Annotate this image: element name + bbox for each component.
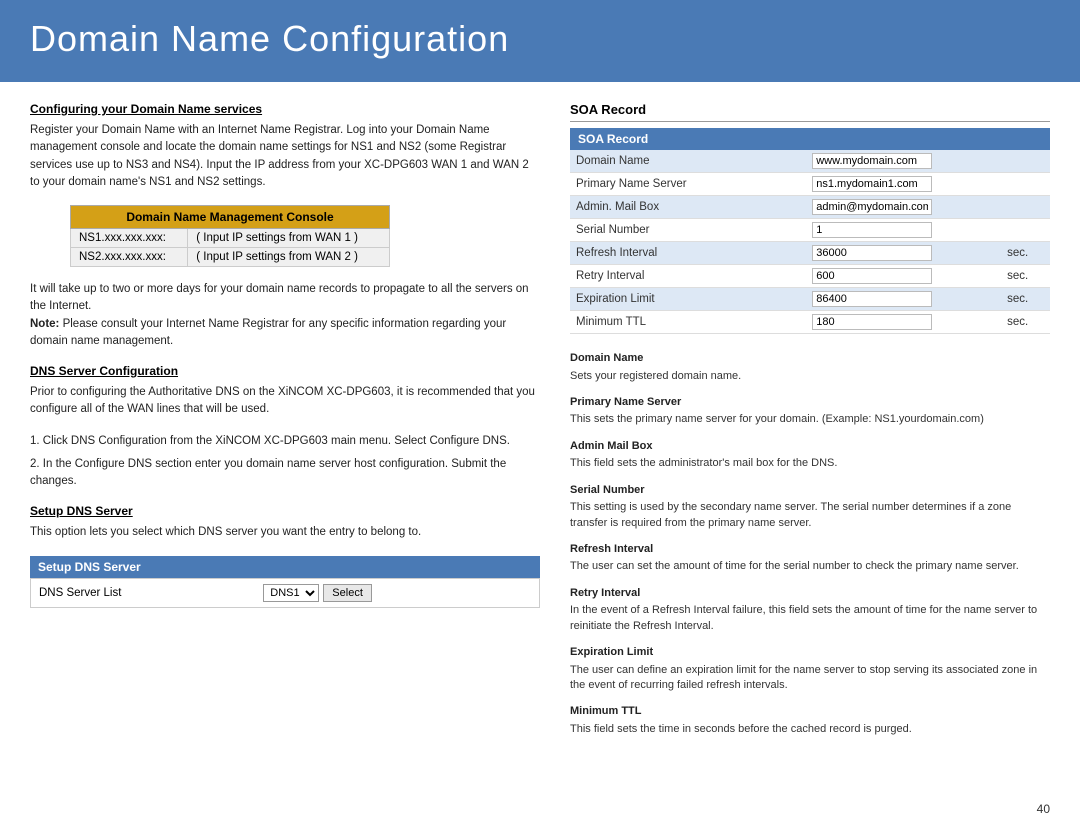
step1: 1. Click DNS Configuration from the XiNC… (30, 433, 540, 450)
ns1-value: ( Input IP settings from WAN 1 ) (188, 229, 390, 248)
help-item-text-3: This setting is used by the secondary na… (570, 500, 1050, 531)
soa-row-6: Expiration Limit sec. (570, 288, 1050, 311)
right-column: SOA Record SOA Record Domain NamePrimary… (570, 102, 1050, 747)
setup-dns-section: Setup DNS Server DNS Server List DNS1 DN… (30, 556, 540, 608)
help-item-0: Domain Name Sets your registered domain n… (570, 350, 1050, 384)
soa-input-3[interactable] (812, 222, 932, 238)
help-item-title-3: Serial Number (570, 482, 1050, 499)
soa-value-3[interactable] (806, 219, 1001, 242)
soa-value-6[interactable] (806, 288, 1001, 311)
soa-row-5: Retry Interval sec. (570, 265, 1050, 288)
soa-input-6[interactable] (812, 291, 932, 307)
note-text: Please consult your Internet Name Regist… (30, 318, 506, 347)
soa-input-0[interactable] (812, 153, 932, 169)
soa-unit-0 (1001, 150, 1050, 173)
soa-label-5: Retry Interval (570, 265, 806, 288)
soa-value-2[interactable] (806, 196, 1001, 219)
dns-server-controls: DNS1 DNS2 Select (255, 578, 539, 607)
select-button[interactable]: Select (323, 584, 372, 602)
soa-unit-2 (1001, 196, 1050, 219)
soa-row-4: Refresh Interval sec. (570, 242, 1050, 265)
help-item-title-4: Refresh Interval (570, 541, 1050, 558)
soa-value-4[interactable] (806, 242, 1001, 265)
section3-text: This option lets you select which DNS se… (30, 524, 540, 541)
soa-value-7[interactable] (806, 311, 1001, 334)
soa-value-5[interactable] (806, 265, 1001, 288)
help-item-text-5: In the event of a Refresh Interval failu… (570, 603, 1050, 634)
soa-value-1[interactable] (806, 173, 1001, 196)
help-item-1: Primary Name ServerThis sets the primary… (570, 394, 1050, 428)
ns1-label: NS1.xxx.xxx.xxx: (71, 229, 188, 248)
soa-unit-5: sec. (1001, 265, 1050, 288)
help-item-2: Admin Mail BoxThis field sets the admini… (570, 438, 1050, 472)
soa-row-7: Minimum TTL sec. (570, 311, 1050, 334)
soa-unit-7: sec. (1001, 311, 1050, 334)
ns2-label: NS2.xxx.xxx.xxx: (71, 248, 188, 267)
ns2-value: ( Input IP settings from WAN 2 ) (188, 248, 390, 267)
soa-label-1: Primary Name Server (570, 173, 806, 196)
soa-row-0: Domain Name (570, 150, 1050, 173)
help-item-text-6: The user can define an expiration limit … (570, 663, 1050, 694)
help-item-title-2: Admin Mail Box (570, 438, 1050, 455)
soa-label-6: Expiration Limit (570, 288, 806, 311)
help-item-3: Serial NumberThis setting is used by the… (570, 482, 1050, 531)
soa-row-1: Primary Name Server (570, 173, 1050, 196)
setup-dns-header: Setup DNS Server (30, 556, 540, 578)
left-column: Configuring your Domain Name services Re… (30, 102, 540, 747)
soa-label-2: Admin. Mail Box (570, 196, 806, 219)
soa-row-2: Admin. Mail Box (570, 196, 1050, 219)
help-item-text-4: The user can set the amount of time for … (570, 559, 1050, 574)
soa-label-3: Serial Number (570, 219, 806, 242)
help-item-title-1: Primary Name Server (570, 394, 1050, 411)
section1-text: Register your Domain Name with an Intern… (30, 122, 540, 191)
section1-extra-text: It will take up to two or more days for … (30, 281, 540, 350)
help-item-5: Retry IntervalIn the event of a Refresh … (570, 585, 1050, 634)
soa-section-title: SOA Record (570, 102, 1050, 122)
setup-dns-body-table: DNS Server List DNS1 DNS2 Select (30, 578, 540, 608)
page-title: Domain Name Configuration (30, 18, 1050, 60)
page-header: Domain Name Configuration (0, 0, 1080, 82)
help-item-title-0: Domain Name (570, 350, 1050, 367)
help-item-text-2: This field sets the administrator's mail… (570, 456, 1050, 471)
help-item-text-0: Sets your registered domain name. (570, 369, 1050, 384)
soa-input-2[interactable] (812, 199, 932, 215)
help-item-6: Expiration Limit The user can define an e… (570, 644, 1050, 693)
soa-input-1[interactable] (812, 176, 932, 192)
soa-label-0: Domain Name (570, 150, 806, 173)
note-bold: Note: (30, 318, 59, 330)
step2: 2. In the Configure DNS section enter yo… (30, 456, 540, 491)
soa-unit-6: sec. (1001, 288, 1050, 311)
soa-table: SOA Record Domain NamePrimary Name Serve… (570, 128, 1050, 334)
soa-table-header: SOA Record (570, 128, 1050, 150)
soa-input-7[interactable] (812, 314, 932, 330)
help-item-7: Minimum TTL This field sets the time in s… (570, 703, 1050, 737)
soa-row-3: Serial Number (570, 219, 1050, 242)
help-item-text-1: This sets the primary name server for yo… (570, 412, 1050, 427)
dns-server-dropdown[interactable]: DNS1 DNS2 (263, 584, 319, 602)
help-section: Domain Name Sets your registered domain n… (570, 350, 1050, 737)
help-item-4: Refresh IntervalThe user can set the amo… (570, 541, 1050, 575)
section2-heading: DNS Server Configuration (30, 364, 540, 378)
soa-unit-3 (1001, 219, 1050, 242)
section2-text: Prior to configuring the Authoritative D… (30, 384, 540, 419)
soa-unit-4: sec. (1001, 242, 1050, 265)
page-number: 40 (1037, 802, 1050, 816)
help-item-title-7: Minimum TTL (570, 703, 1050, 720)
dns-server-list-label: DNS Server List (31, 578, 256, 607)
section1-heading: Configuring your Domain Name services (30, 102, 540, 116)
steps-container: 1. Click DNS Configuration from the XiNC… (30, 433, 540, 491)
help-item-title-6: Expiration Limit (570, 644, 1050, 661)
soa-value-0[interactable] (806, 150, 1001, 173)
help-item-text-7: This field sets the time in seconds befo… (570, 722, 1050, 737)
section3-heading: Setup DNS Server (30, 504, 540, 518)
soa-label-7: Minimum TTL (570, 311, 806, 334)
dns-console-table: Domain Name Management Console NS1.xxx.x… (70, 205, 390, 267)
soa-input-5[interactable] (812, 268, 932, 284)
soa-unit-1 (1001, 173, 1050, 196)
dns-console-header: Domain Name Management Console (71, 206, 390, 229)
soa-input-4[interactable] (812, 245, 932, 261)
help-item-title-5: Retry Interval (570, 585, 1050, 602)
setup-dns-header-table: Setup DNS Server (30, 556, 540, 578)
soa-label-4: Refresh Interval (570, 242, 806, 265)
